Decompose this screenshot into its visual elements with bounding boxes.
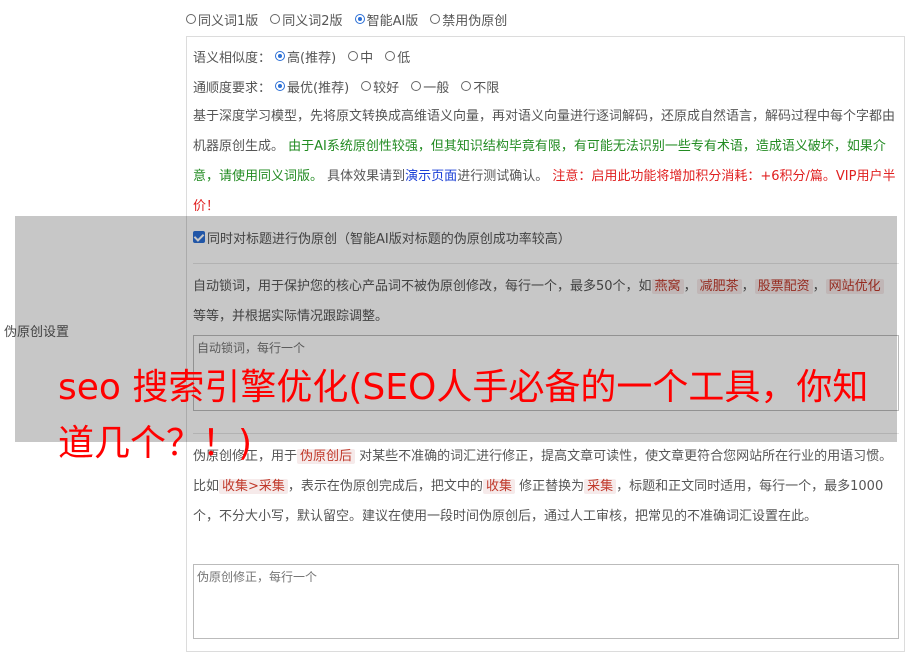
headline-overlay-text: seo 搜索引擎优化(SEO人手必备的一个工具，你知道几个？！) xyxy=(58,367,869,464)
similarity-option-medium[interactable]: 中 xyxy=(348,47,373,66)
version-option-ai[interactable]: 智能AI版 xyxy=(354,10,418,29)
radio-icon[interactable] xyxy=(411,81,422,91)
fluency-option-good[interactable]: 较好 xyxy=(361,77,399,96)
radio-icon[interactable] xyxy=(186,14,196,24)
version-option-synonym1[interactable]: 同义词1版 xyxy=(186,10,258,29)
similarity-label: 语义相似度： xyxy=(193,50,272,66)
version-option-disable[interactable]: 禁用伪原创 xyxy=(430,10,507,29)
version-radio-group: 同义词1版 同义词2版 智能AI版 禁用伪原创 xyxy=(186,10,519,29)
demo-page-link[interactable]: 演示页面 xyxy=(405,169,457,184)
fluency-option-best[interactable]: 最优(推荐) xyxy=(275,77,349,96)
similarity-option-low[interactable]: 低 xyxy=(385,47,410,66)
example-tag: 收集 xyxy=(482,479,515,494)
radio-icon[interactable] xyxy=(348,51,359,61)
radio-icon[interactable] xyxy=(430,14,441,24)
radio-icon[interactable] xyxy=(385,51,396,61)
radio-icon[interactable] xyxy=(361,81,372,91)
version-option-synonym2[interactable]: 同义词2版 xyxy=(270,10,343,29)
ai-description: 基于深度学习模型，先将原文转换成高维语义向量，再对语义向量进行逐词解码，还原成自… xyxy=(193,109,896,214)
fluency-label: 通顺度要求： xyxy=(193,80,272,96)
radio-icon[interactable] xyxy=(354,14,365,24)
fluency-option-average[interactable]: 一般 xyxy=(411,77,449,96)
similarity-row: 语义相似度： 高(推荐) 中 低 xyxy=(193,46,422,66)
radio-icon[interactable] xyxy=(275,51,286,61)
correction-input[interactable] xyxy=(193,564,899,639)
radio-icon[interactable] xyxy=(461,81,472,91)
fluency-row: 通顺度要求： 最优(推荐) 较好 一般 不限 xyxy=(193,76,511,96)
radio-icon[interactable] xyxy=(275,81,286,91)
radio-icon[interactable] xyxy=(270,14,281,24)
example-tag: 收集>采集 xyxy=(219,479,288,494)
fluency-option-unlimited[interactable]: 不限 xyxy=(461,77,499,96)
example-tag: 采集 xyxy=(584,479,617,494)
similarity-option-high[interactable]: 高(推荐) xyxy=(275,47,336,66)
